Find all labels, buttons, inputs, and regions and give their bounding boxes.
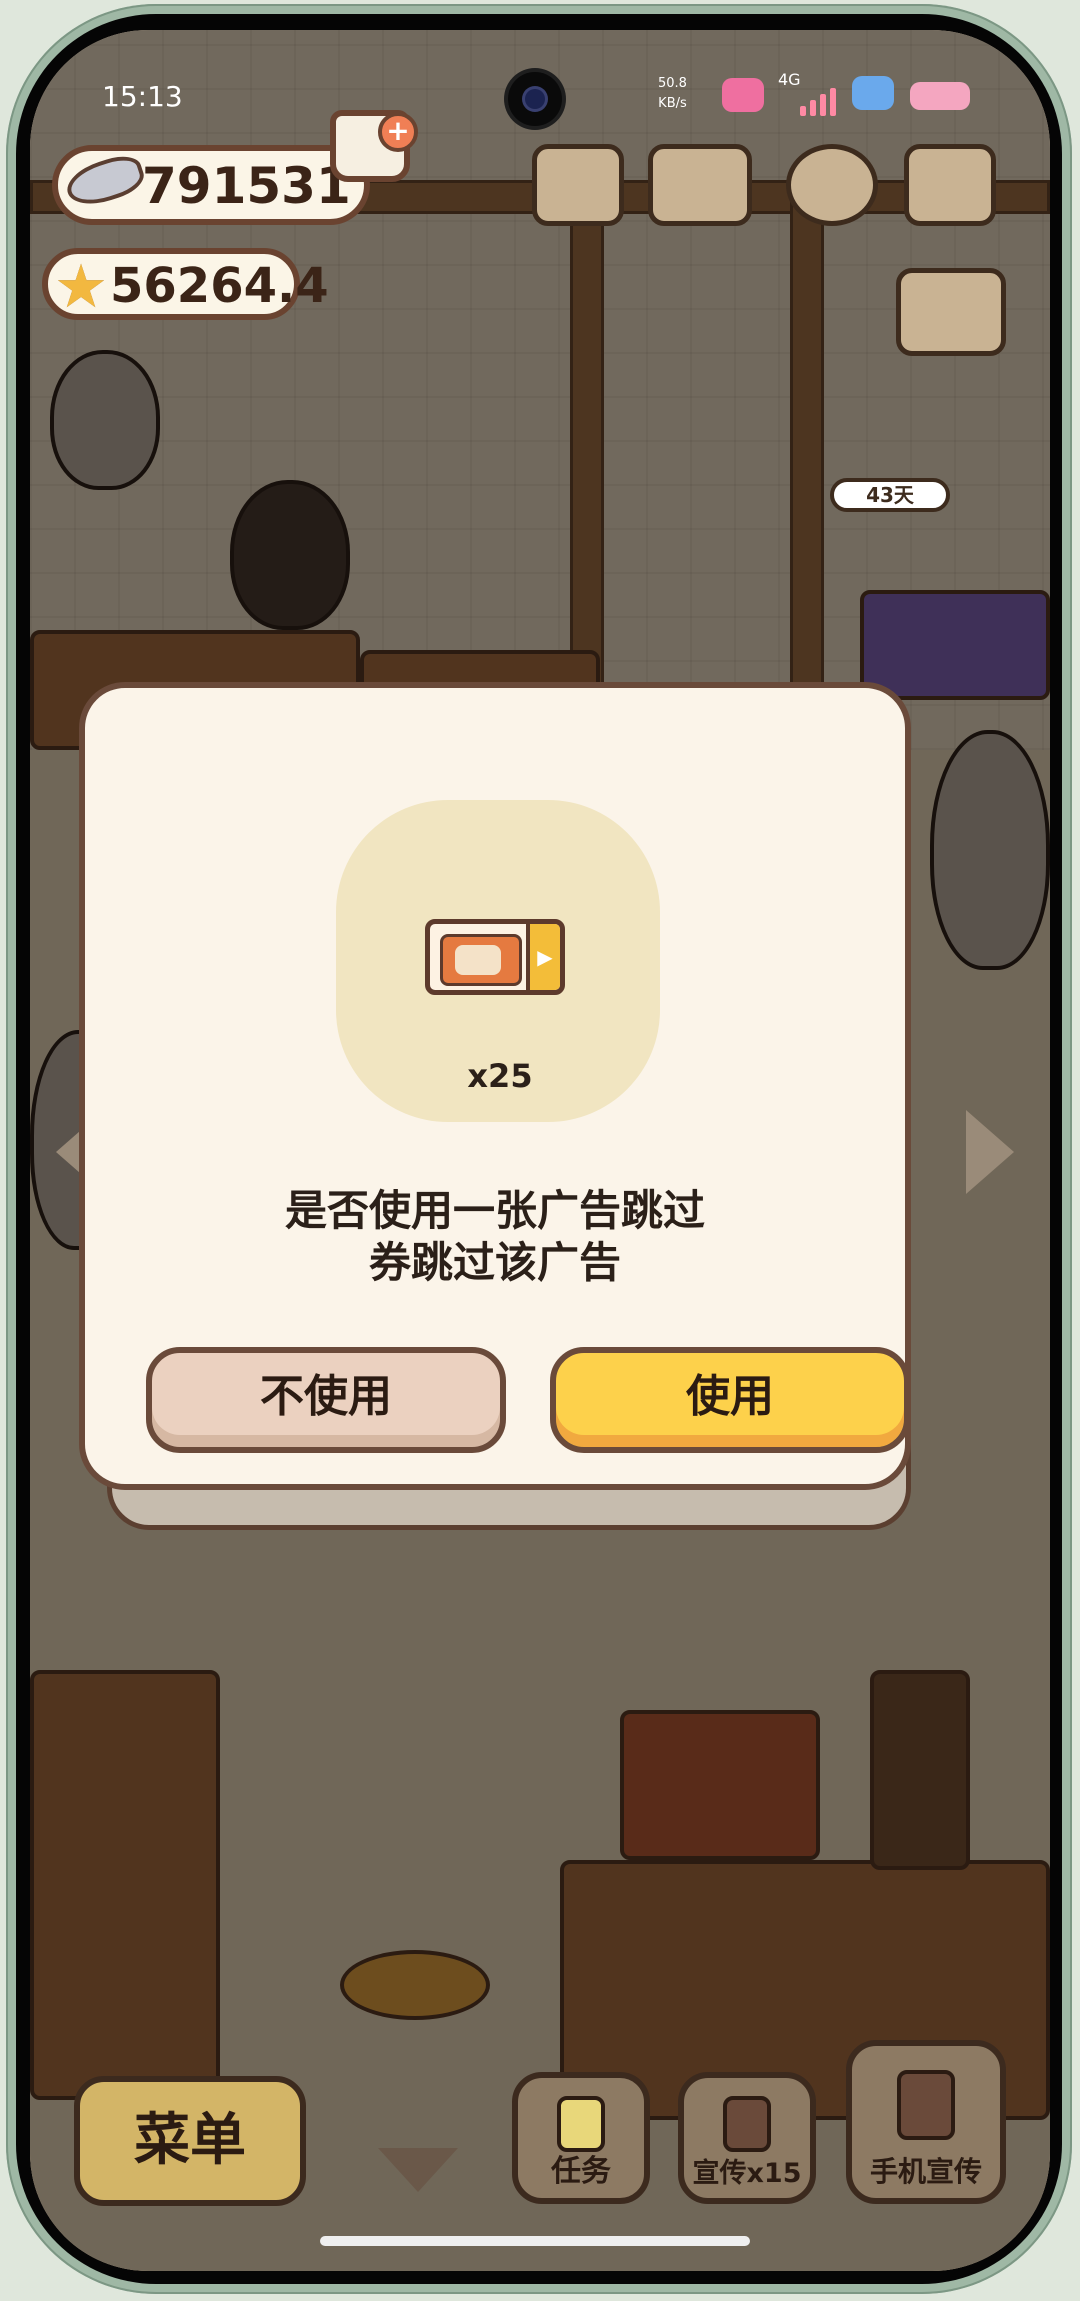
dialog-message-line2: 券跳过该广告: [368, 1238, 621, 1287]
fish-currency-value: 791531: [142, 157, 351, 215]
phone-icon: [897, 2070, 955, 2140]
ad-skip-ticket-icon: ▶: [425, 919, 565, 995]
signal-strength-icon: [800, 88, 836, 116]
menu-button[interactable]: 菜单: [74, 2076, 306, 2206]
profile-button[interactable]: [532, 144, 624, 226]
network-speed-unit: KB/s: [658, 96, 687, 111]
phone-promote-button-label: 手机宣传: [869, 2155, 982, 2188]
status-bar: 15:13 50.8 KB/s 4G: [30, 30, 1050, 150]
star-currency-value: 56264.4: [110, 258, 329, 314]
recipe-book-button[interactable]: [648, 144, 752, 226]
star-currency: ★ 56264.4: [42, 248, 329, 322]
wifi-icon: [852, 76, 894, 110]
notification-icon: [722, 78, 764, 112]
fish-icon: [61, 149, 149, 213]
skip-icon: ▶: [526, 924, 560, 990]
use-ticket-button[interactable]: 使用: [550, 1347, 910, 1453]
task-button-label: 任务: [551, 2154, 611, 2189]
flyer-icon: [723, 2096, 771, 2152]
phone-promote-button[interactable]: 手机宣传: [846, 2040, 1006, 2204]
menu-button-label: 菜单: [134, 2108, 246, 2173]
collapse-arrow-icon[interactable]: [378, 2148, 458, 2192]
sort-toggle-button[interactable]: [896, 268, 1006, 356]
ticket-count: x25: [467, 1057, 533, 1095]
promote-button[interactable]: 宣传x15: [678, 2072, 816, 2204]
fish-currency: 791531: [52, 145, 370, 225]
dialog-message-line1: 是否使用一张广告跳过: [284, 1186, 705, 1235]
network-speed: 50.8 KB/s: [658, 74, 687, 114]
star-icon: ★: [54, 252, 108, 322]
plus-icon[interactable]: +: [378, 112, 418, 152]
front-camera: [508, 72, 562, 126]
status-time: 15:13: [102, 80, 183, 113]
network-type: 4G: [778, 70, 801, 89]
dialog-message: 是否使用一张广告跳过 券跳过该广告: [150, 1185, 840, 1289]
tv-icon: [440, 934, 522, 986]
battery-icon: [910, 82, 970, 110]
network-speed-value: 50.8: [658, 76, 687, 91]
scroll-right-arrow[interactable]: [966, 1110, 1014, 1194]
map-button[interactable]: [904, 144, 996, 226]
home-indicator[interactable]: [320, 2236, 750, 2246]
task-button[interactable]: 任务: [512, 2072, 650, 2204]
checklist-icon: [557, 2096, 605, 2152]
cancel-button[interactable]: 不使用: [146, 1347, 506, 1453]
settings-button[interactable]: [786, 144, 878, 226]
promote-button-label: 宣传x15: [692, 2158, 802, 2189]
days-badge: 43天: [830, 478, 950, 512]
